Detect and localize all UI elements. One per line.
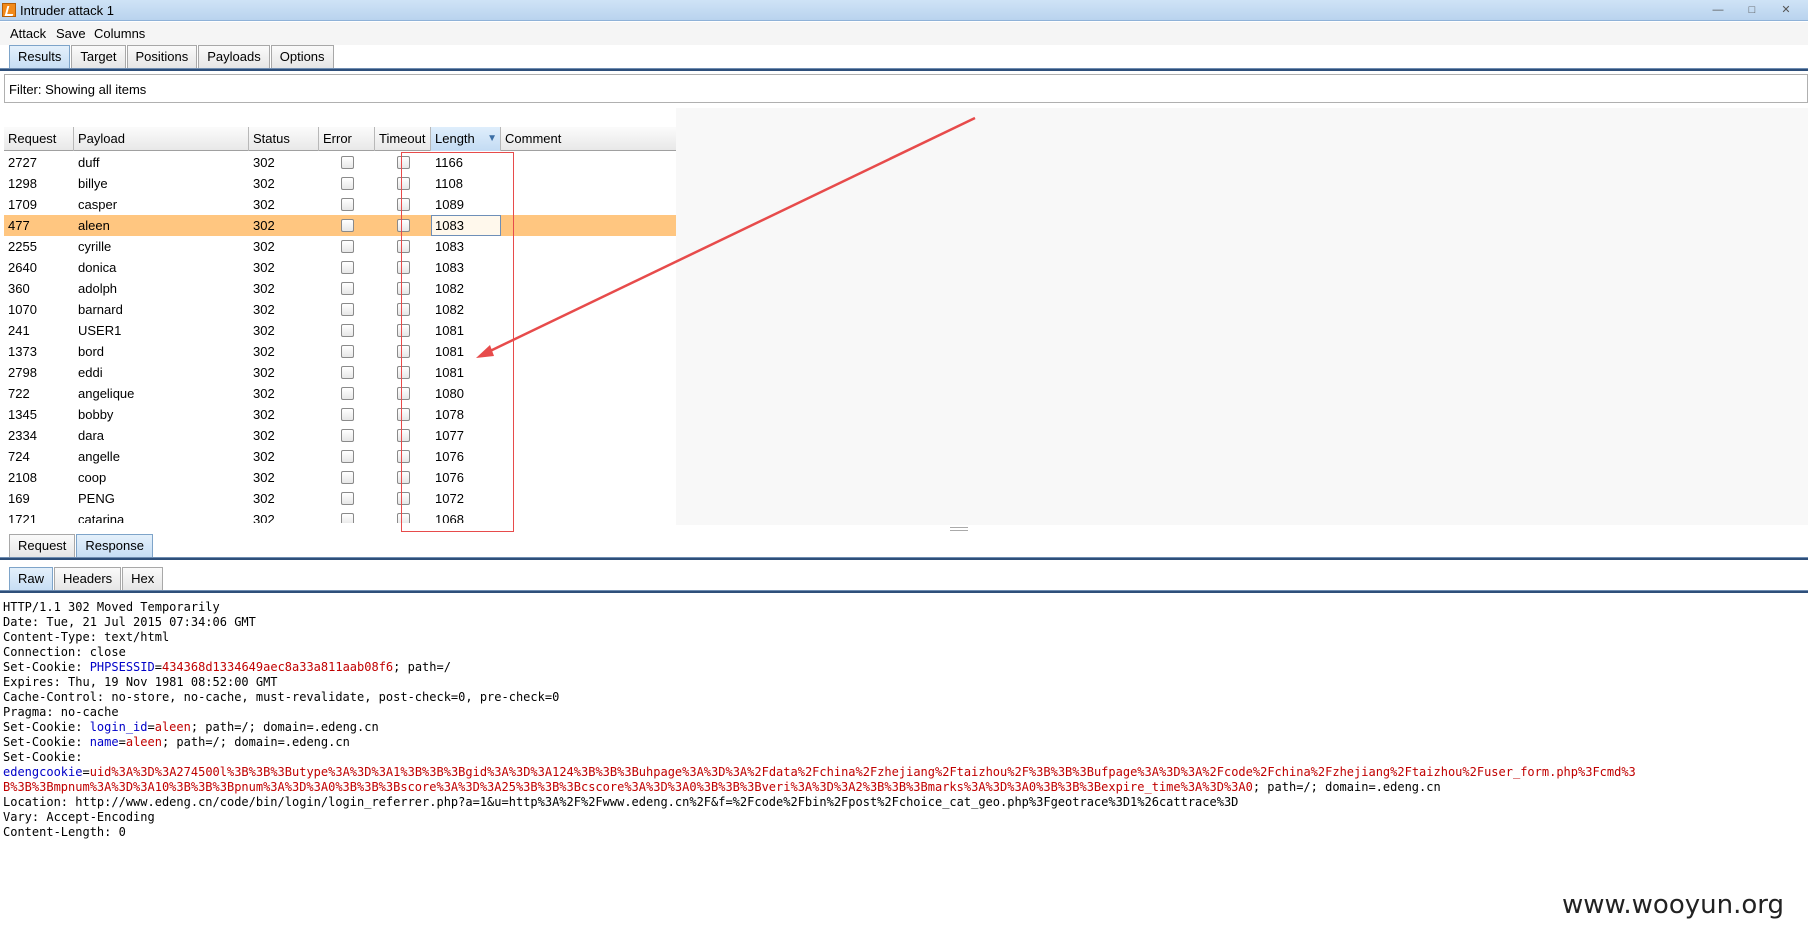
tab-response[interactable]: Response [76,534,153,557]
response-editor[interactable]: HTTP/1.1 302 Moved Temporarily Date: Tue,… [0,600,1808,928]
response-segment: PHPSESSID [89,660,155,674]
response-line: Content-Length: 0 [0,825,1808,840]
response-line: Set-Cookie: [0,750,1808,765]
response-segment: Set-Cookie: [3,750,83,764]
response-line: Expires: Thu, 19 Nov 1981 08:52:00 GMT [0,675,1808,690]
response-segment: ; path=/; domain=.edeng.cn [190,720,379,734]
response-segment: Set-Cookie: [3,720,90,734]
response-segment: = [154,660,162,674]
response-line: Content-Type: text/html [0,630,1808,645]
response-segment: Set-Cookie: [3,660,90,674]
response-line: Vary: Accept-Encoding [0,810,1808,825]
response-segment: = [82,765,90,779]
response-line: Pragma: no-cache [0,705,1808,720]
tab-headers[interactable]: Headers [54,567,122,590]
response-line: Set-Cookie: login_id=aleen; path=/; doma… [0,720,1808,735]
view-tab-divider [0,590,1808,593]
response-line: Set-Cookie: name=aleen; path=/; domain=.… [0,735,1808,750]
response-segment: HTTP/1.1 302 Moved Temporarily [3,600,220,614]
response-line: Date: Tue, 21 Jul 2015 07:34:06 GMT [0,615,1808,630]
response-segment: aleen [125,735,162,749]
response-segment: Connection: close [3,645,126,659]
response-segment: = [118,735,126,749]
response-segment: ; path=/; domain=.edeng.cn [161,735,350,749]
response-segment: Date: Tue, 21 Jul 2015 07:34:06 GMT [3,615,256,629]
tab-hex[interactable]: Hex [122,567,164,590]
response-line: Location: http://www.edeng.cn/code/bin/l… [0,795,1808,810]
watermark: www.wooyun.org [1561,890,1784,920]
response-segment: = [147,720,155,734]
arrow-head [476,345,494,358]
response-segment: Expires: Thu, 19 Nov 1981 08:52:00 GMT [3,675,278,689]
response-segment: ; path=/ [393,660,451,674]
response-segment: B%3B%3Bmpnum%3A%3D%3A10%3B%3B%3Bpnum%3A%… [3,780,1253,794]
response-segment: Location: http://www.edeng.cn/code/bin/l… [3,795,1239,809]
tab-raw[interactable]: Raw [9,567,54,590]
response-segment: Content-Length: 0 [3,825,126,839]
response-segment: Cache-Control: no-store, no-cache, must-… [3,690,560,704]
response-segment: Content-Type: text/html [3,630,170,644]
response-segment: Pragma: no-cache [3,705,119,719]
detail-tabs: Request Response [9,534,154,557]
response-segment: name [89,735,119,749]
pane-splitter[interactable] [950,527,968,531]
response-line: edengcookie=uid%3A%3D%3A274500l%3B%3B%3B… [0,765,1808,780]
response-segment: login_id [89,720,148,734]
response-line: HTTP/1.1 302 Moved Temporarily [0,600,1808,615]
response-segment: aleen [154,720,191,734]
response-line: B%3B%3Bmpnum%3A%3D%3A10%3B%3B%3Bpnum%3A%… [0,780,1808,795]
response-segment: ; path=/; domain=.edeng.cn [1252,780,1441,794]
response-line: Connection: close [0,645,1808,660]
red-arrow-annotation [487,116,976,354]
response-segment: uid%3A%3D%3A274500l%3B%3B%3Butype%3A%3D%… [89,765,1636,779]
view-tabs: Raw Headers Hex [9,567,164,590]
response-segment: Vary: Accept-Encoding [3,810,155,824]
tab-request[interactable]: Request [9,534,76,557]
response-segment: edengcookie [3,765,83,779]
response-line: Cache-Control: no-store, no-cache, must-… [0,690,1808,705]
response-segment: 434368d1334649aec8a33a811aab08f6 [161,660,394,674]
detail-tab-divider [0,557,1808,560]
response-line: Set-Cookie: PHPSESSID=434368d1334649aec8… [0,660,1808,675]
response-segment: Set-Cookie: [3,735,90,749]
response-text: HTTP/1.1 302 Moved Temporarily Date: Tue,… [0,600,1808,840]
